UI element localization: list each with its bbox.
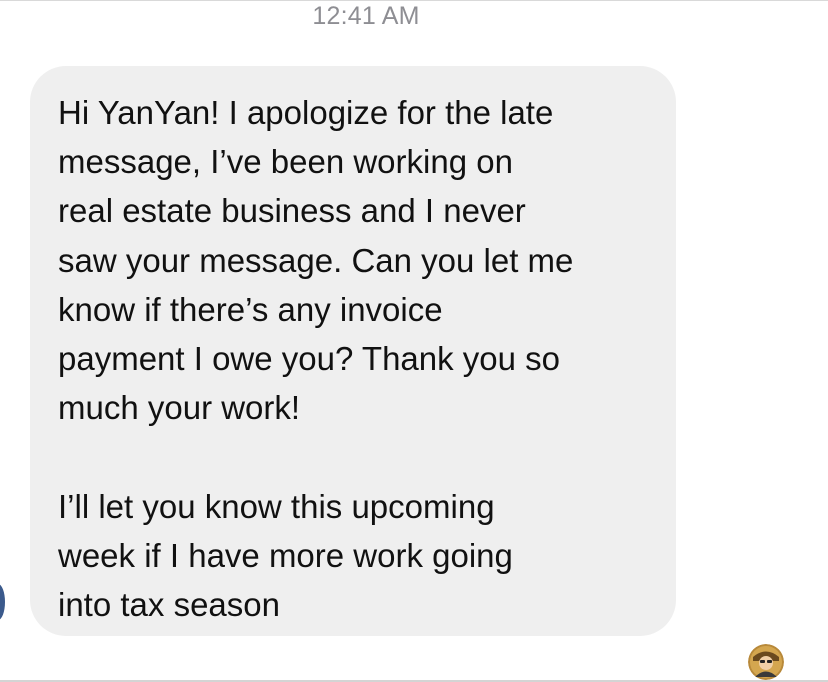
message-line: I’ll let you know this upcoming xyxy=(58,487,495,525)
message-line: message, I’ve been working on xyxy=(58,143,513,181)
message-line: saw your message. Can you let me xyxy=(58,241,574,279)
message-text: Hi YanYan! I apologize for the late mess… xyxy=(58,88,652,629)
message-timestamp: 12:41 AM xyxy=(312,2,420,30)
message-line: payment I owe you? Thank you so xyxy=(58,339,561,377)
top-divider xyxy=(0,0,828,1)
message-line: week if I have more work going xyxy=(58,536,513,574)
message-bubble[interactable]: Hi YanYan! I apologize for the late mess… xyxy=(30,66,676,636)
message-line: Hi YanYan! I apologize for the late xyxy=(58,94,554,131)
message-line: into tax season xyxy=(58,585,280,623)
read-receipt-avatar-icon xyxy=(748,644,784,680)
sender-avatar-icon[interactable] xyxy=(0,584,5,620)
message-line: much your work! xyxy=(58,389,301,427)
message-line: know if there’s any invoice xyxy=(58,290,443,328)
message-line: real estate business and I never xyxy=(58,192,526,230)
